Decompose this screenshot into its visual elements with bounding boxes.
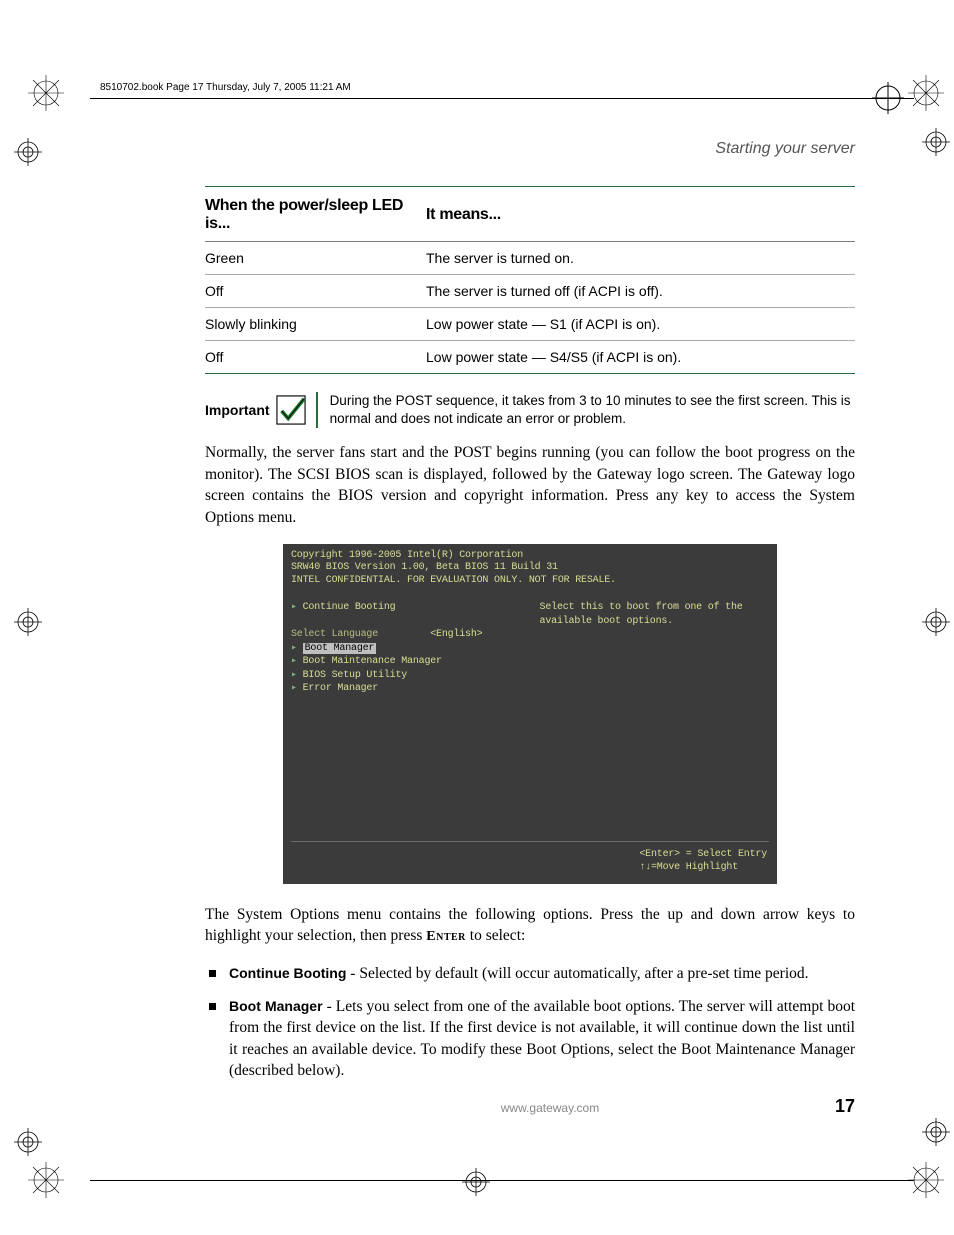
section-title: Starting your server <box>205 140 855 158</box>
cell-led: Off <box>205 341 426 374</box>
footer-url: www.gateway.com <box>501 1101 599 1115</box>
starburst-icon <box>28 1162 64 1198</box>
option-desc: - Selected by default (will occur automa… <box>346 965 808 982</box>
bios-header-line: INTEL CONFIDENTIAL. FOR EVALUATION ONLY.… <box>291 575 769 588</box>
important-text: During the POST sequence, it takes from … <box>330 392 855 428</box>
bios-menu-item: Continue Booting <box>303 602 396 613</box>
body-paragraph-1: Normally, the server fans start and the … <box>205 442 855 528</box>
registration-target-icon <box>14 608 42 636</box>
bios-menu-item: Boot Maintenance Manager <box>303 656 442 667</box>
cell-means: The server is turned on. <box>426 242 855 275</box>
table-header-means: It means... <box>426 191 855 242</box>
starburst-icon <box>28 75 64 111</box>
bios-menu-value: <English> <box>430 629 482 640</box>
bios-divider <box>291 841 769 842</box>
checkmark-icon <box>276 395 306 425</box>
bios-screenshot: Copyright 1996-2005 Intel(R) Corporation… <box>283 544 777 884</box>
list-item: Boot Manager - Lets you select from one … <box>205 996 855 1082</box>
header-rule <box>90 98 914 99</box>
table-top-rule <box>205 186 855 187</box>
cell-means: Low power state — S1 (if ACPI is on). <box>426 308 855 341</box>
footer-rule <box>90 1180 914 1181</box>
cell-led: Slowly blinking <box>205 308 426 341</box>
cell-led: Green <box>205 242 426 275</box>
option-name: Boot Manager <box>229 998 323 1014</box>
registration-target-icon <box>922 128 950 156</box>
starburst-icon <box>908 75 944 111</box>
important-divider <box>316 392 318 428</box>
bios-menu-item: Select Language <box>291 629 378 640</box>
table-bottom-rule <box>205 373 855 374</box>
bios-keyboard-help: <Enter> = Select Entry ↑↓=Move Highlight <box>639 848 767 874</box>
table-row: Slowly blinking Low power state — S1 (if… <box>205 308 855 341</box>
page-footer: www.gateway.com 17 <box>205 1096 855 1117</box>
registration-target-icon <box>14 138 42 166</box>
bios-header-line: SRW40 BIOS Version 1.00, Beta BIOS 11 Bu… <box>291 562 769 575</box>
registration-target-icon <box>462 1168 490 1196</box>
page-number: 17 <box>835 1096 855 1117</box>
important-label: Important <box>205 402 276 418</box>
important-callout: Important During the POST sequence, it t… <box>205 392 855 428</box>
cell-means: Low power state — S4/S5 (if ACPI is on). <box>426 341 855 374</box>
enter-key-text: Enter <box>426 929 466 944</box>
bios-header-line: Copyright 1996-2005 Intel(R) Corporation <box>291 550 769 563</box>
table-row: Off The server is turned off (if ACPI is… <box>205 275 855 308</box>
cell-means: The server is turned off (if ACPI is off… <box>426 275 855 308</box>
table-header-led: When the power/sleep LED is... <box>205 191 426 242</box>
running-header-text: 8510702.book Page 17 Thursday, July 7, 2… <box>100 82 351 93</box>
bios-side-help: Select this to boot from one of the avai… <box>540 601 769 628</box>
table-row: Off Low power state — S4/S5 (if ACPI is … <box>205 341 855 374</box>
led-status-table: When the power/sleep LED is... It means.… <box>205 191 855 373</box>
bios-menu-item-selected: Boot Manager <box>303 643 377 654</box>
bios-menu-item: BIOS Setup Utility <box>303 670 407 681</box>
option-desc: - Lets you select from one of the availa… <box>229 998 855 1079</box>
cell-led: Off <box>205 275 426 308</box>
table-row: Green The server is turned on. <box>205 242 855 275</box>
bios-menu-item: Error Manager <box>303 683 378 694</box>
registration-target-icon <box>922 608 950 636</box>
body-paragraph-2: The System Options menu contains the fol… <box>205 904 855 947</box>
registration-target-icon <box>922 1118 950 1146</box>
registration-target-icon <box>14 1128 42 1156</box>
list-item: Continue Booting - Selected by default (… <box>205 963 855 984</box>
option-name: Continue Booting <box>229 965 346 981</box>
options-list: Continue Booting - Selected by default (… <box>205 963 855 1082</box>
